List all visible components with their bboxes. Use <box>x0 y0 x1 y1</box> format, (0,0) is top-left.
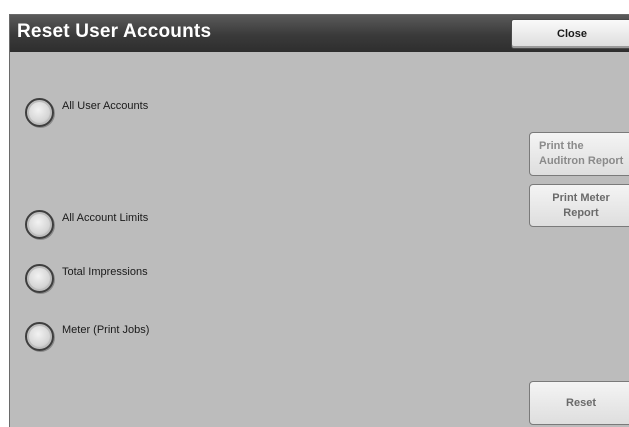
option-all-user-accounts[interactable]: All User Accounts <box>25 95 148 129</box>
button-label-line: Print the <box>539 140 584 152</box>
print-meter-report-button[interactable]: Print Meter Report <box>529 184 629 227</box>
print-auditron-report-button[interactable]: Print the Auditron Report <box>529 132 629 176</box>
dialog-screen: Reset User Accounts Close All User Accou… <box>9 14 629 427</box>
reset-button[interactable]: Reset <box>529 381 629 425</box>
option-label: All User Accounts <box>62 100 149 112</box>
button-label-line: Auditron Report <box>539 155 624 167</box>
radio-all-account-limits[interactable] <box>25 209 54 239</box>
option-label: All Account Limits <box>62 212 149 224</box>
radio-meter-print-jobs[interactable] <box>25 321 54 351</box>
radio-total-impressions[interactable] <box>25 263 54 293</box>
option-meter-print-jobs[interactable]: Meter (Print Jobs) <box>25 319 149 353</box>
option-total-impressions[interactable]: Total Impressions <box>25 261 148 295</box>
button-label-line: Print Meter <box>552 191 610 204</box>
radio-all-user-accounts[interactable] <box>25 97 54 127</box>
page-title: Reset User Accounts <box>17 21 212 42</box>
option-label: Meter (Print Jobs) <box>62 324 150 336</box>
option-label: Total Impressions <box>62 266 148 278</box>
button-label-line: Report <box>563 206 599 219</box>
title-bar: Reset User Accounts Close <box>10 15 629 52</box>
button-label: Reset <box>566 396 596 409</box>
option-all-account-limits[interactable]: All Account Limits <box>25 207 148 241</box>
close-button[interactable]: Close <box>511 19 629 49</box>
